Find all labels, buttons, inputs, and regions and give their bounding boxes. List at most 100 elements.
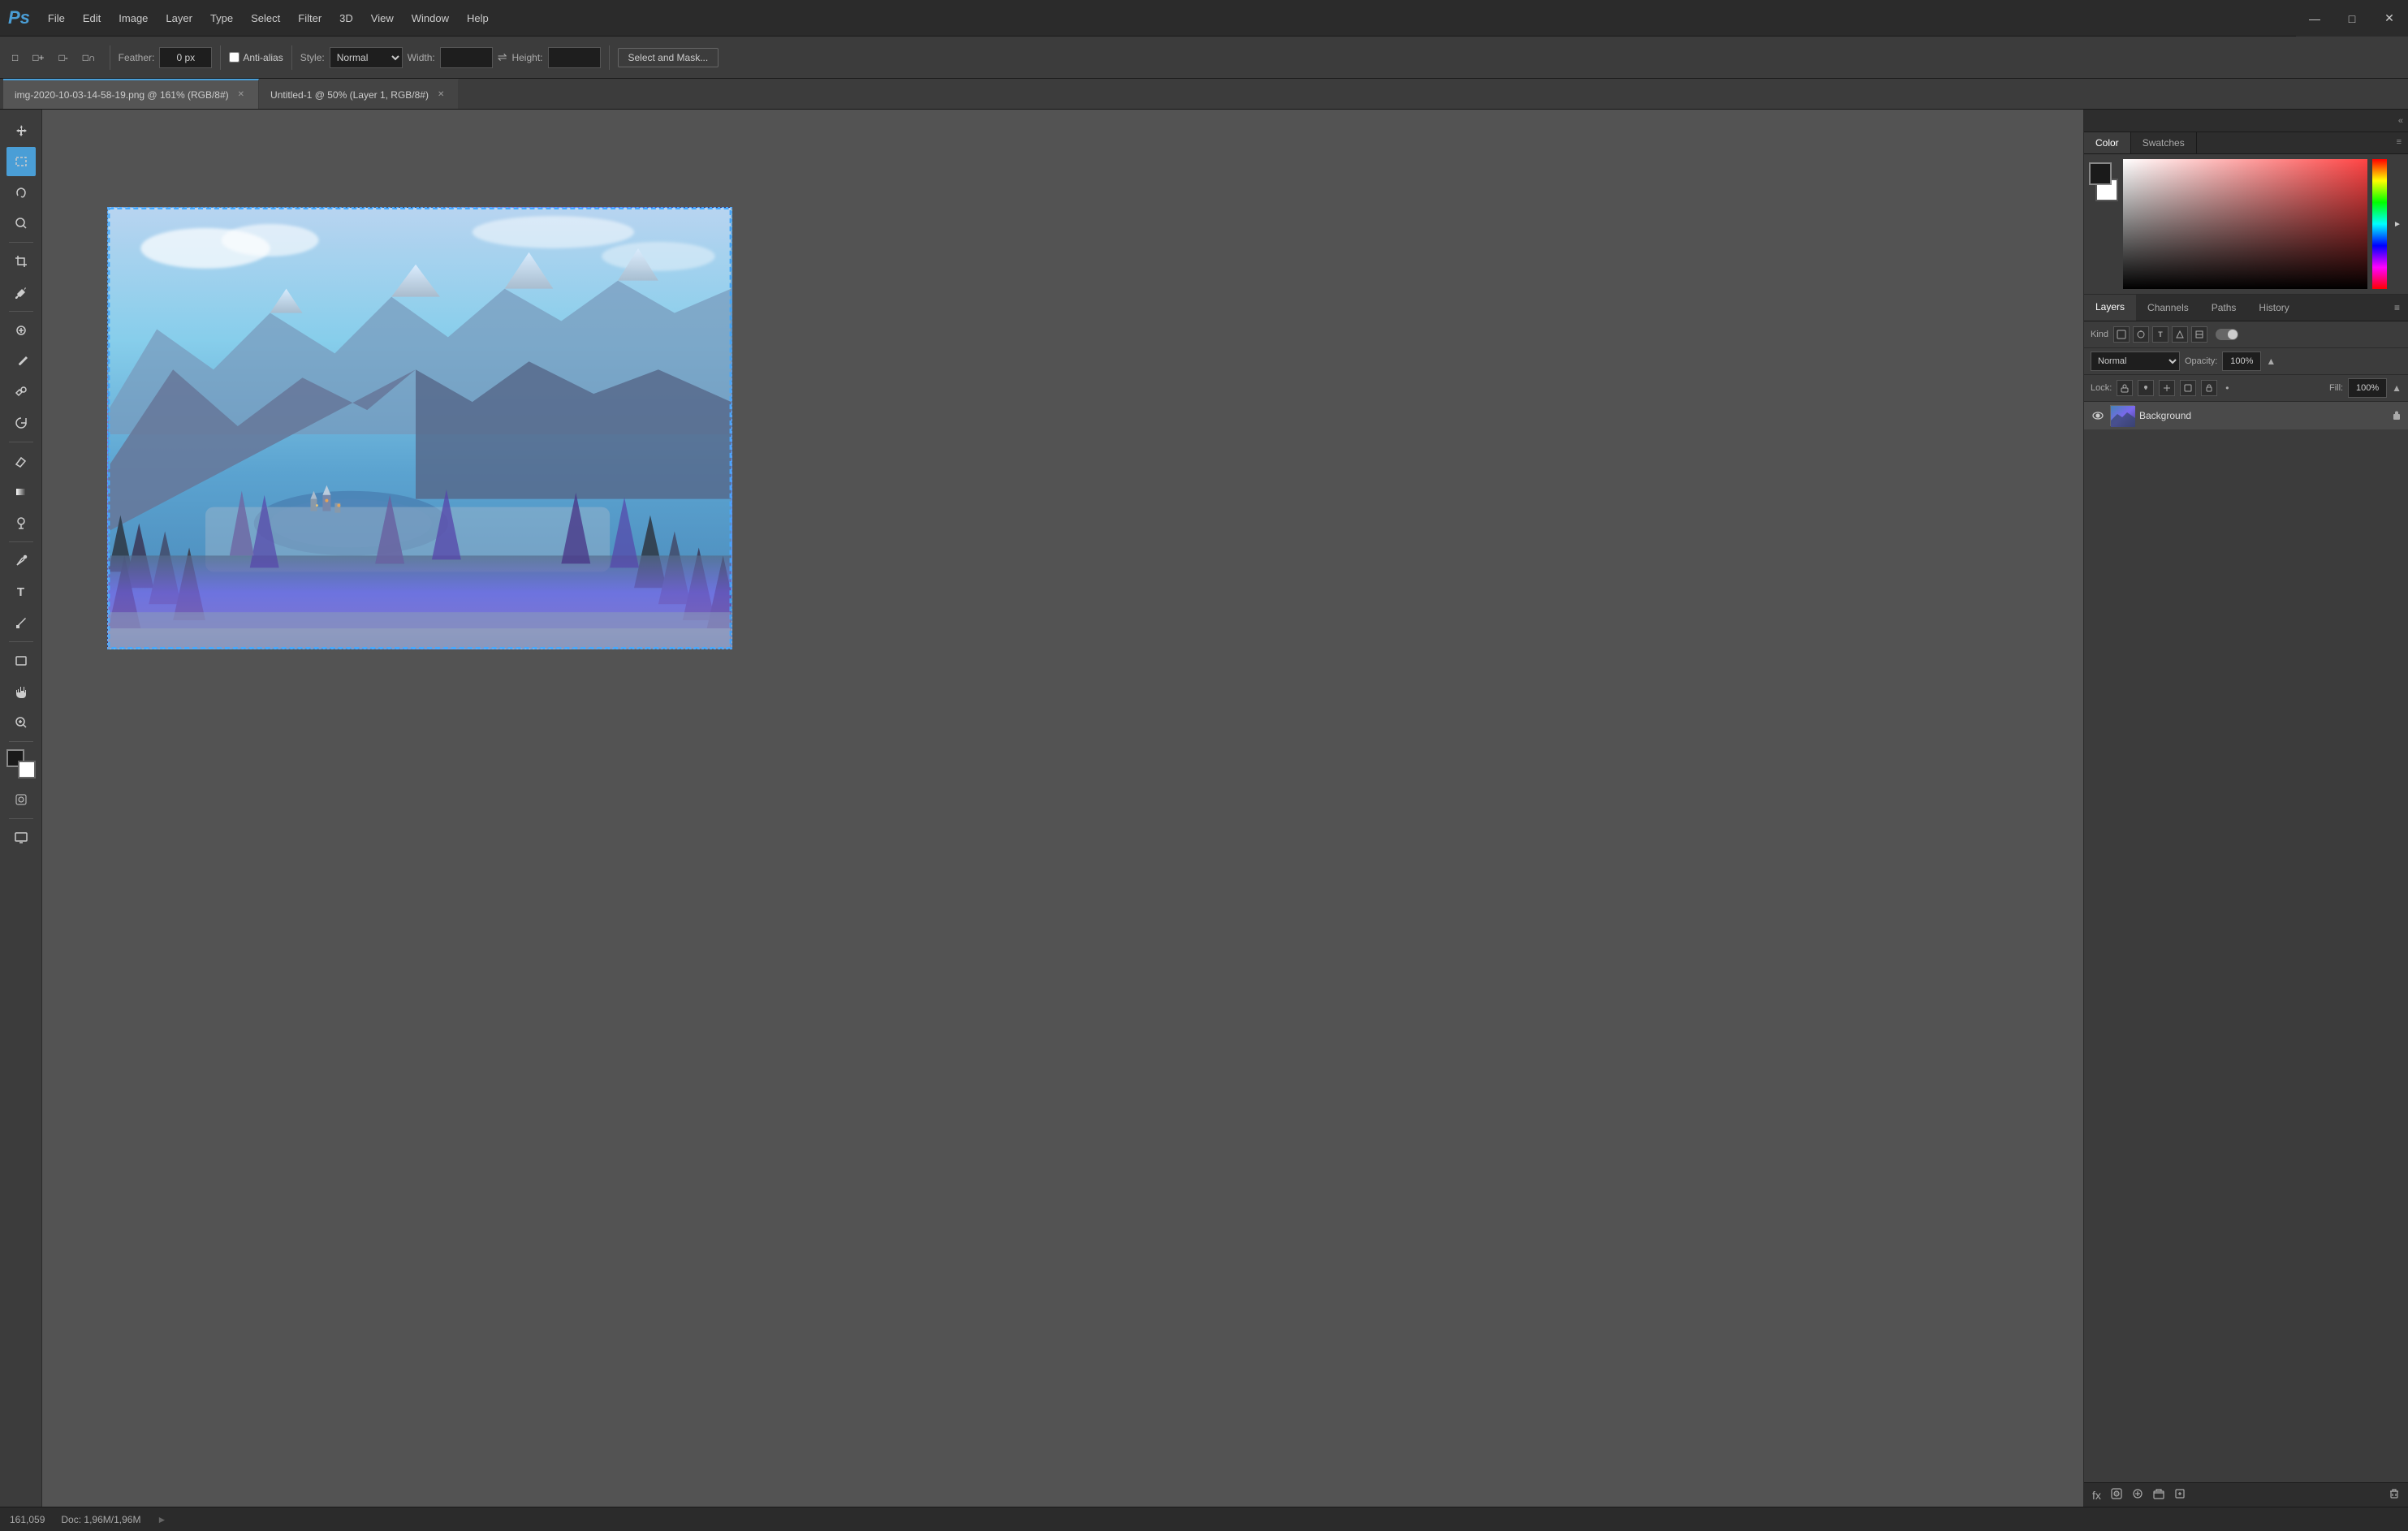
history-brush-tool[interactable] — [6, 408, 36, 438]
eraser-tool[interactable] — [6, 446, 36, 476]
brush-tool[interactable] — [6, 347, 36, 376]
tab-1-close[interactable]: ✕ — [235, 89, 247, 100]
spot-heal-tool[interactable] — [6, 316, 36, 345]
lasso-tool[interactable] — [6, 178, 36, 207]
menu-image[interactable]: Image — [110, 9, 156, 28]
sep-4 — [609, 45, 610, 70]
filter-shape-icon[interactable] — [2172, 326, 2188, 343]
eyedropper-tool[interactable] — [6, 278, 36, 307]
filter-toggle[interactable] — [2216, 329, 2238, 340]
color-picker-area: ► — [2084, 154, 2408, 294]
menu-type[interactable]: Type — [202, 9, 241, 28]
layer-row-background[interactable]: Background — [2084, 402, 2408, 430]
clone-stamp-tool[interactable] — [6, 377, 36, 407]
layer-adjustment-button[interactable] — [2129, 1486, 2147, 1503]
sep-2 — [220, 45, 221, 70]
menu-filter[interactable]: Filter — [290, 9, 330, 28]
zoom-level: 161,059 — [10, 1514, 45, 1525]
delete-layer-button[interactable] — [2385, 1486, 2403, 1503]
tab-2[interactable]: Untitled-1 @ 50% (Layer 1, RGB/8#) ✕ — [259, 79, 459, 109]
menu-view[interactable]: View — [363, 9, 402, 28]
tab-2-label: Untitled-1 @ 50% (Layer 1, RGB/8#) — [270, 89, 429, 101]
statusbar-arrow[interactable]: ► — [157, 1514, 166, 1525]
layer-visibility-toggle[interactable] — [2091, 408, 2105, 423]
width-input[interactable] — [440, 47, 493, 68]
color-field[interactable] — [2123, 159, 2367, 289]
tab-1[interactable]: img-2020-10-03-14-58-19.png @ 161% (RGB/… — [3, 79, 259, 109]
paths-tab[interactable]: Paths — [2200, 295, 2248, 320]
type-tool[interactable]: T — [6, 577, 36, 606]
anti-alias-checkbox[interactable] — [229, 52, 240, 63]
swap-icon[interactable]: ⇌ — [498, 50, 507, 64]
layer-mask-button[interactable] — [2108, 1486, 2125, 1503]
color-spectrum-slider[interactable] — [2372, 159, 2387, 289]
menu-file[interactable]: File — [40, 9, 73, 28]
panel-collapse-btn[interactable]: « — [2398, 116, 2403, 126]
quick-select-tool[interactable] — [6, 209, 36, 238]
filter-pixel-icon[interactable] — [2113, 326, 2130, 343]
lock-artboard-btn[interactable] — [2180, 380, 2196, 396]
menu-help[interactable]: Help — [459, 9, 497, 28]
add-selection-btn[interactable]: □+ — [27, 49, 50, 67]
menu-layer[interactable]: Layer — [158, 9, 201, 28]
height-input[interactable] — [548, 47, 601, 68]
menu-select[interactable]: Select — [243, 9, 288, 28]
color-tab[interactable]: Color — [2084, 132, 2131, 153]
zoom-tool[interactable] — [6, 708, 36, 737]
lock-position-btn[interactable] — [2159, 380, 2175, 396]
quick-mask-btn[interactable] — [6, 785, 36, 814]
layers-tab[interactable]: Layers — [2084, 295, 2136, 321]
channels-tab[interactable]: Channels — [2136, 295, 2200, 320]
layer-fx-button[interactable]: fx — [2089, 1487, 2104, 1503]
main-area: T — [0, 110, 2408, 1507]
filter-type-icon[interactable]: T — [2152, 326, 2168, 343]
move-tool[interactable] — [6, 116, 36, 145]
anti-alias-checkbox-label[interactable]: Anti-alias — [229, 52, 283, 63]
lock-all-btn[interactable] — [2201, 380, 2217, 396]
color-selector[interactable] — [6, 749, 36, 778]
style-dropdown[interactable]: Normal Fixed Ratio Fixed Size — [330, 47, 403, 68]
new-selection-btn[interactable]: □ — [6, 49, 24, 67]
layer-group-button[interactable] — [2150, 1486, 2168, 1503]
layers-panel-menu[interactable]: ≡ — [2386, 297, 2408, 318]
screen-mode-btn[interactable] — [6, 823, 36, 852]
feather-input[interactable] — [159, 47, 212, 68]
menu-window[interactable]: Window — [403, 9, 457, 28]
lock-transparent-btn[interactable] — [2117, 380, 2133, 396]
tool-sep-2 — [9, 311, 33, 312]
tab-2-close[interactable]: ✕ — [435, 89, 447, 100]
rectangle-shape-tool[interactable] — [6, 646, 36, 675]
options-toolbar: □ □+ □- □∩ Feather: Anti-alias Style: No… — [0, 37, 2408, 79]
close-button[interactable]: ✕ — [2371, 0, 2408, 37]
new-layer-button[interactable] — [2171, 1486, 2189, 1503]
type-icon: T — [17, 585, 24, 599]
foreground-color-swatch[interactable] — [2089, 162, 2112, 185]
select-mask-button[interactable]: Select and Mask... — [618, 48, 719, 67]
marquee-tool[interactable] — [6, 147, 36, 176]
swatches-tab[interactable]: Swatches — [2131, 132, 2197, 153]
pen-tool[interactable] — [6, 546, 36, 576]
subtract-selection-btn[interactable]: □- — [54, 49, 74, 67]
gradient-tool[interactable] — [6, 477, 36, 507]
opacity-stepper-up[interactable]: ▲ — [2266, 356, 2276, 367]
history-tab[interactable]: History — [2247, 295, 2300, 320]
color-panel-menu[interactable]: ≡ — [2390, 132, 2408, 153]
filter-adjustment-icon[interactable] — [2133, 326, 2149, 343]
intersect-selection-btn[interactable]: □∩ — [77, 49, 101, 67]
background-color[interactable] — [18, 761, 36, 778]
color-panel-tabs: Color Swatches ≡ — [2084, 132, 2408, 154]
fill-stepper[interactable]: ▲ — [2392, 382, 2402, 394]
dodge-tool[interactable] — [6, 508, 36, 537]
menu-3d[interactable]: 3D — [331, 9, 361, 28]
filter-smartobj-icon[interactable] — [2191, 326, 2207, 343]
minimize-button[interactable]: — — [2296, 0, 2333, 37]
fill-input[interactable] — [2348, 378, 2387, 398]
lock-image-btn[interactable] — [2138, 380, 2154, 396]
maximize-button[interactable]: □ — [2333, 0, 2371, 37]
opacity-input[interactable] — [2222, 351, 2261, 371]
menu-edit[interactable]: Edit — [75, 9, 109, 28]
blend-mode-dropdown[interactable]: Normal Dissolve Multiply Screen Overlay — [2091, 351, 2180, 371]
path-select-tool[interactable] — [6, 608, 36, 637]
crop-tool[interactable] — [6, 247, 36, 276]
hand-tool[interactable] — [6, 677, 36, 706]
